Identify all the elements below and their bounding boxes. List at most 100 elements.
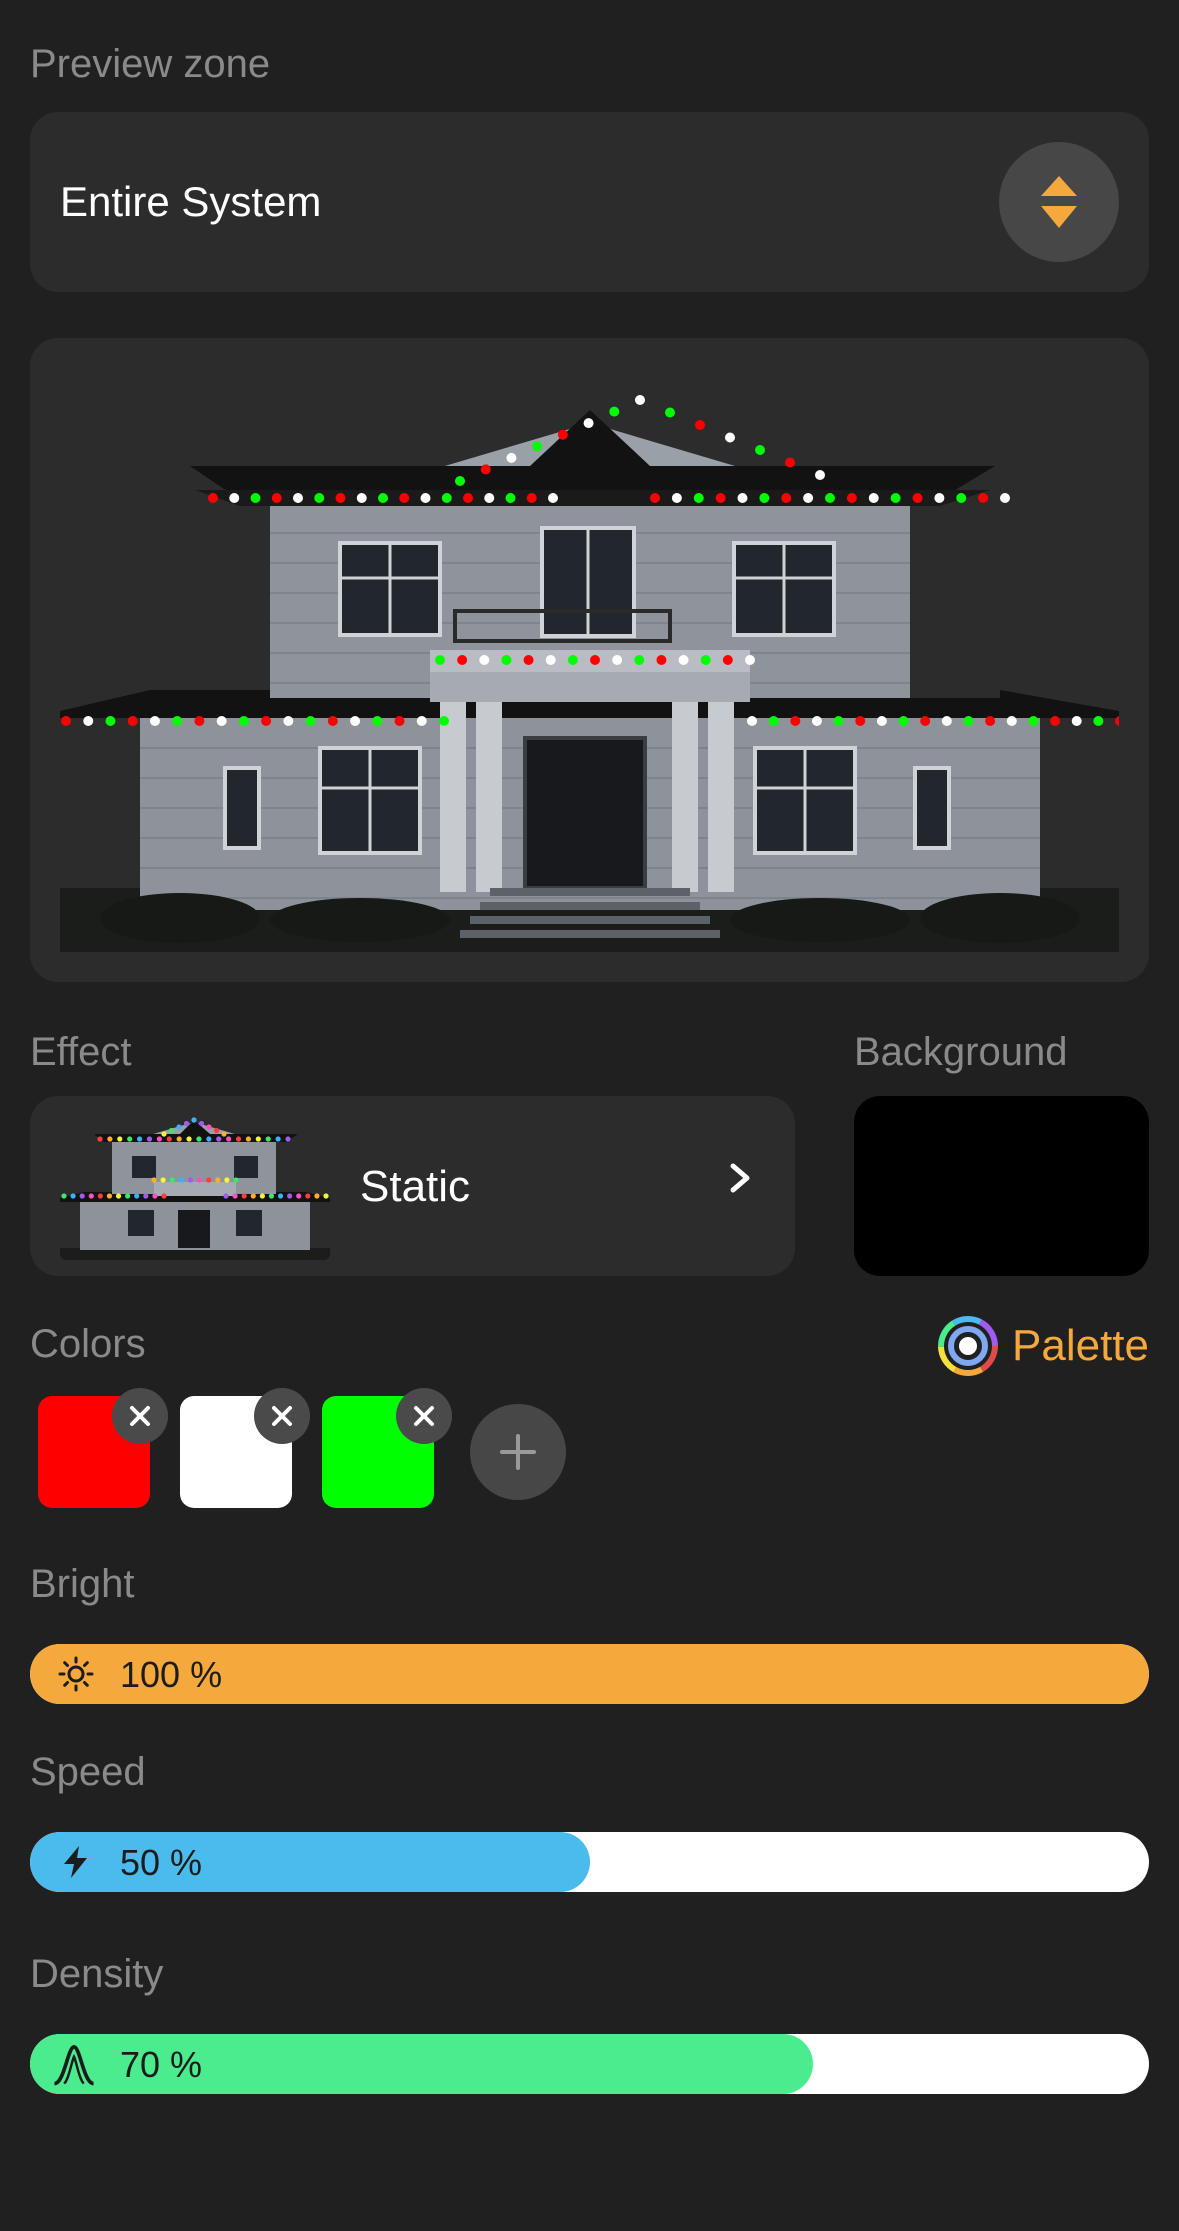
light-bulb: [435, 655, 445, 665]
light-bulb: [768, 716, 779, 726]
light-bulb: [441, 493, 452, 503]
close-icon: [414, 1406, 434, 1426]
effect-selector[interactable]: Static: [30, 1096, 795, 1276]
light-bulb: [665, 407, 675, 418]
thumbnail-light-bulb: [245, 1136, 252, 1142]
palette-label: Palette: [1012, 1321, 1149, 1370]
remove-color-button[interactable]: [396, 1388, 452, 1444]
remove-color-button[interactable]: [112, 1388, 168, 1444]
thumbnail-light-bulb: [206, 1124, 212, 1130]
thumbnail-light-bulb: [287, 1193, 293, 1199]
light-bulb: [876, 716, 887, 726]
light-bulb: [700, 655, 711, 665]
light-bulb: [583, 418, 594, 429]
add-color-button[interactable]: [470, 1404, 566, 1500]
light-bulb: [567, 655, 578, 665]
light-bulb: [790, 716, 801, 726]
speed-slider[interactable]: 50 %: [30, 1832, 1149, 1892]
light-bulb: [781, 493, 792, 503]
light-bulb: [912, 493, 923, 503]
light-bulb: [548, 493, 558, 503]
light-bulb: [678, 655, 689, 665]
light-bulb: [455, 476, 465, 486]
thumbnail-light-bulb: [61, 1193, 67, 1199]
light-bulb: [745, 655, 755, 665]
light-bulb: [609, 406, 620, 417]
thumbnail-light-bulb: [213, 1127, 220, 1134]
light-bulb: [803, 493, 814, 503]
light-bulb: [335, 493, 346, 503]
color-swatch-3[interactable]: [322, 1388, 452, 1508]
thumbnail-light-bulb: [88, 1193, 94, 1199]
color-swatch-1[interactable]: [38, 1388, 168, 1508]
close-icon: [130, 1406, 150, 1426]
zone-selector[interactable]: Entire System: [30, 112, 1149, 292]
thumbnail-light-bulb: [176, 1136, 182, 1142]
light-bulb: [590, 655, 600, 665]
light-bulb: [941, 716, 952, 726]
thumbnail-light-bulb: [97, 1193, 103, 1199]
light-bulb: [695, 420, 705, 430]
light-bulb: [715, 493, 726, 503]
thumbnail-light-bulb: [275, 1136, 281, 1142]
light-bulb: [293, 493, 303, 503]
remove-color-button[interactable]: [254, 1388, 310, 1444]
sort-arrows-icon: [1041, 176, 1077, 228]
thumbnail-light-bulb: [196, 1177, 203, 1183]
zone-value: Entire System: [60, 178, 322, 225]
background-color-swatch[interactable]: [854, 1096, 1149, 1276]
light-bulb: [650, 493, 660, 503]
effect-thumbnail: [60, 1112, 330, 1260]
thumbnail-light-bulb: [176, 1124, 182, 1130]
density-value: 70 %: [120, 2044, 203, 2085]
light-bulb: [759, 493, 770, 503]
thumbnail-light-bulb: [125, 1193, 131, 1199]
thumbnail-light-bulb: [198, 1120, 205, 1127]
thumbnail-light-bulb: [233, 1177, 239, 1183]
thumbnail-light-bulb: [323, 1193, 329, 1199]
light-bulb: [956, 493, 967, 503]
light-bulb: [725, 432, 735, 443]
light-bulb: [416, 716, 427, 726]
light-bulb: [815, 470, 825, 480]
light-bulb: [612, 655, 623, 665]
thumbnail-light-bulb: [255, 1136, 261, 1142]
thumbnail-light-bulb: [206, 1177, 212, 1183]
light-bulb: [238, 716, 249, 726]
thumbnail-light-bulb: [277, 1193, 284, 1199]
light-bulb: [283, 716, 294, 726]
light-bulb: [127, 716, 138, 726]
plus-icon: [500, 1434, 536, 1470]
light-bulb: [1028, 716, 1039, 726]
thumbnail-light-bulb: [187, 1177, 194, 1183]
color-swatch-2[interactable]: [180, 1388, 310, 1508]
light-bulb: [635, 395, 645, 405]
thumbnail-light-bulb: [191, 1117, 197, 1123]
light-bulb: [194, 716, 205, 726]
light-bulb: [305, 716, 316, 726]
light-bulb: [868, 493, 879, 503]
light-bulb: [501, 655, 512, 665]
thumbnail-light-bulb: [259, 1193, 265, 1199]
house-preview-image: [60, 368, 1119, 952]
thumbnail-light-bulb: [146, 1136, 153, 1142]
light-bulb: [1050, 716, 1061, 726]
light-bulb: [506, 452, 517, 463]
light-bulb: [855, 716, 866, 726]
thumbnail-light-bulb: [186, 1136, 192, 1142]
light-bulb: [978, 493, 989, 503]
thumbnail-light-bulb: [127, 1136, 133, 1142]
zone-dropdown-button[interactable]: [999, 142, 1119, 262]
light-bulb: [350, 716, 361, 726]
light-bulb: [1071, 716, 1082, 726]
light-bulb: [439, 716, 449, 726]
light-bulb: [811, 716, 822, 726]
thumbnail-light-bulb: [285, 1136, 291, 1142]
light-bulb: [172, 716, 183, 726]
light-bulb: [890, 493, 901, 503]
thumbnail-light-bulb: [79, 1193, 85, 1199]
bright-slider[interactable]: 100 %: [30, 1644, 1149, 1704]
palette-button[interactable]: Palette: [938, 1316, 1149, 1376]
density-slider[interactable]: 70 %: [30, 2034, 1149, 2094]
thumbnail-light-bulb: [235, 1136, 242, 1142]
